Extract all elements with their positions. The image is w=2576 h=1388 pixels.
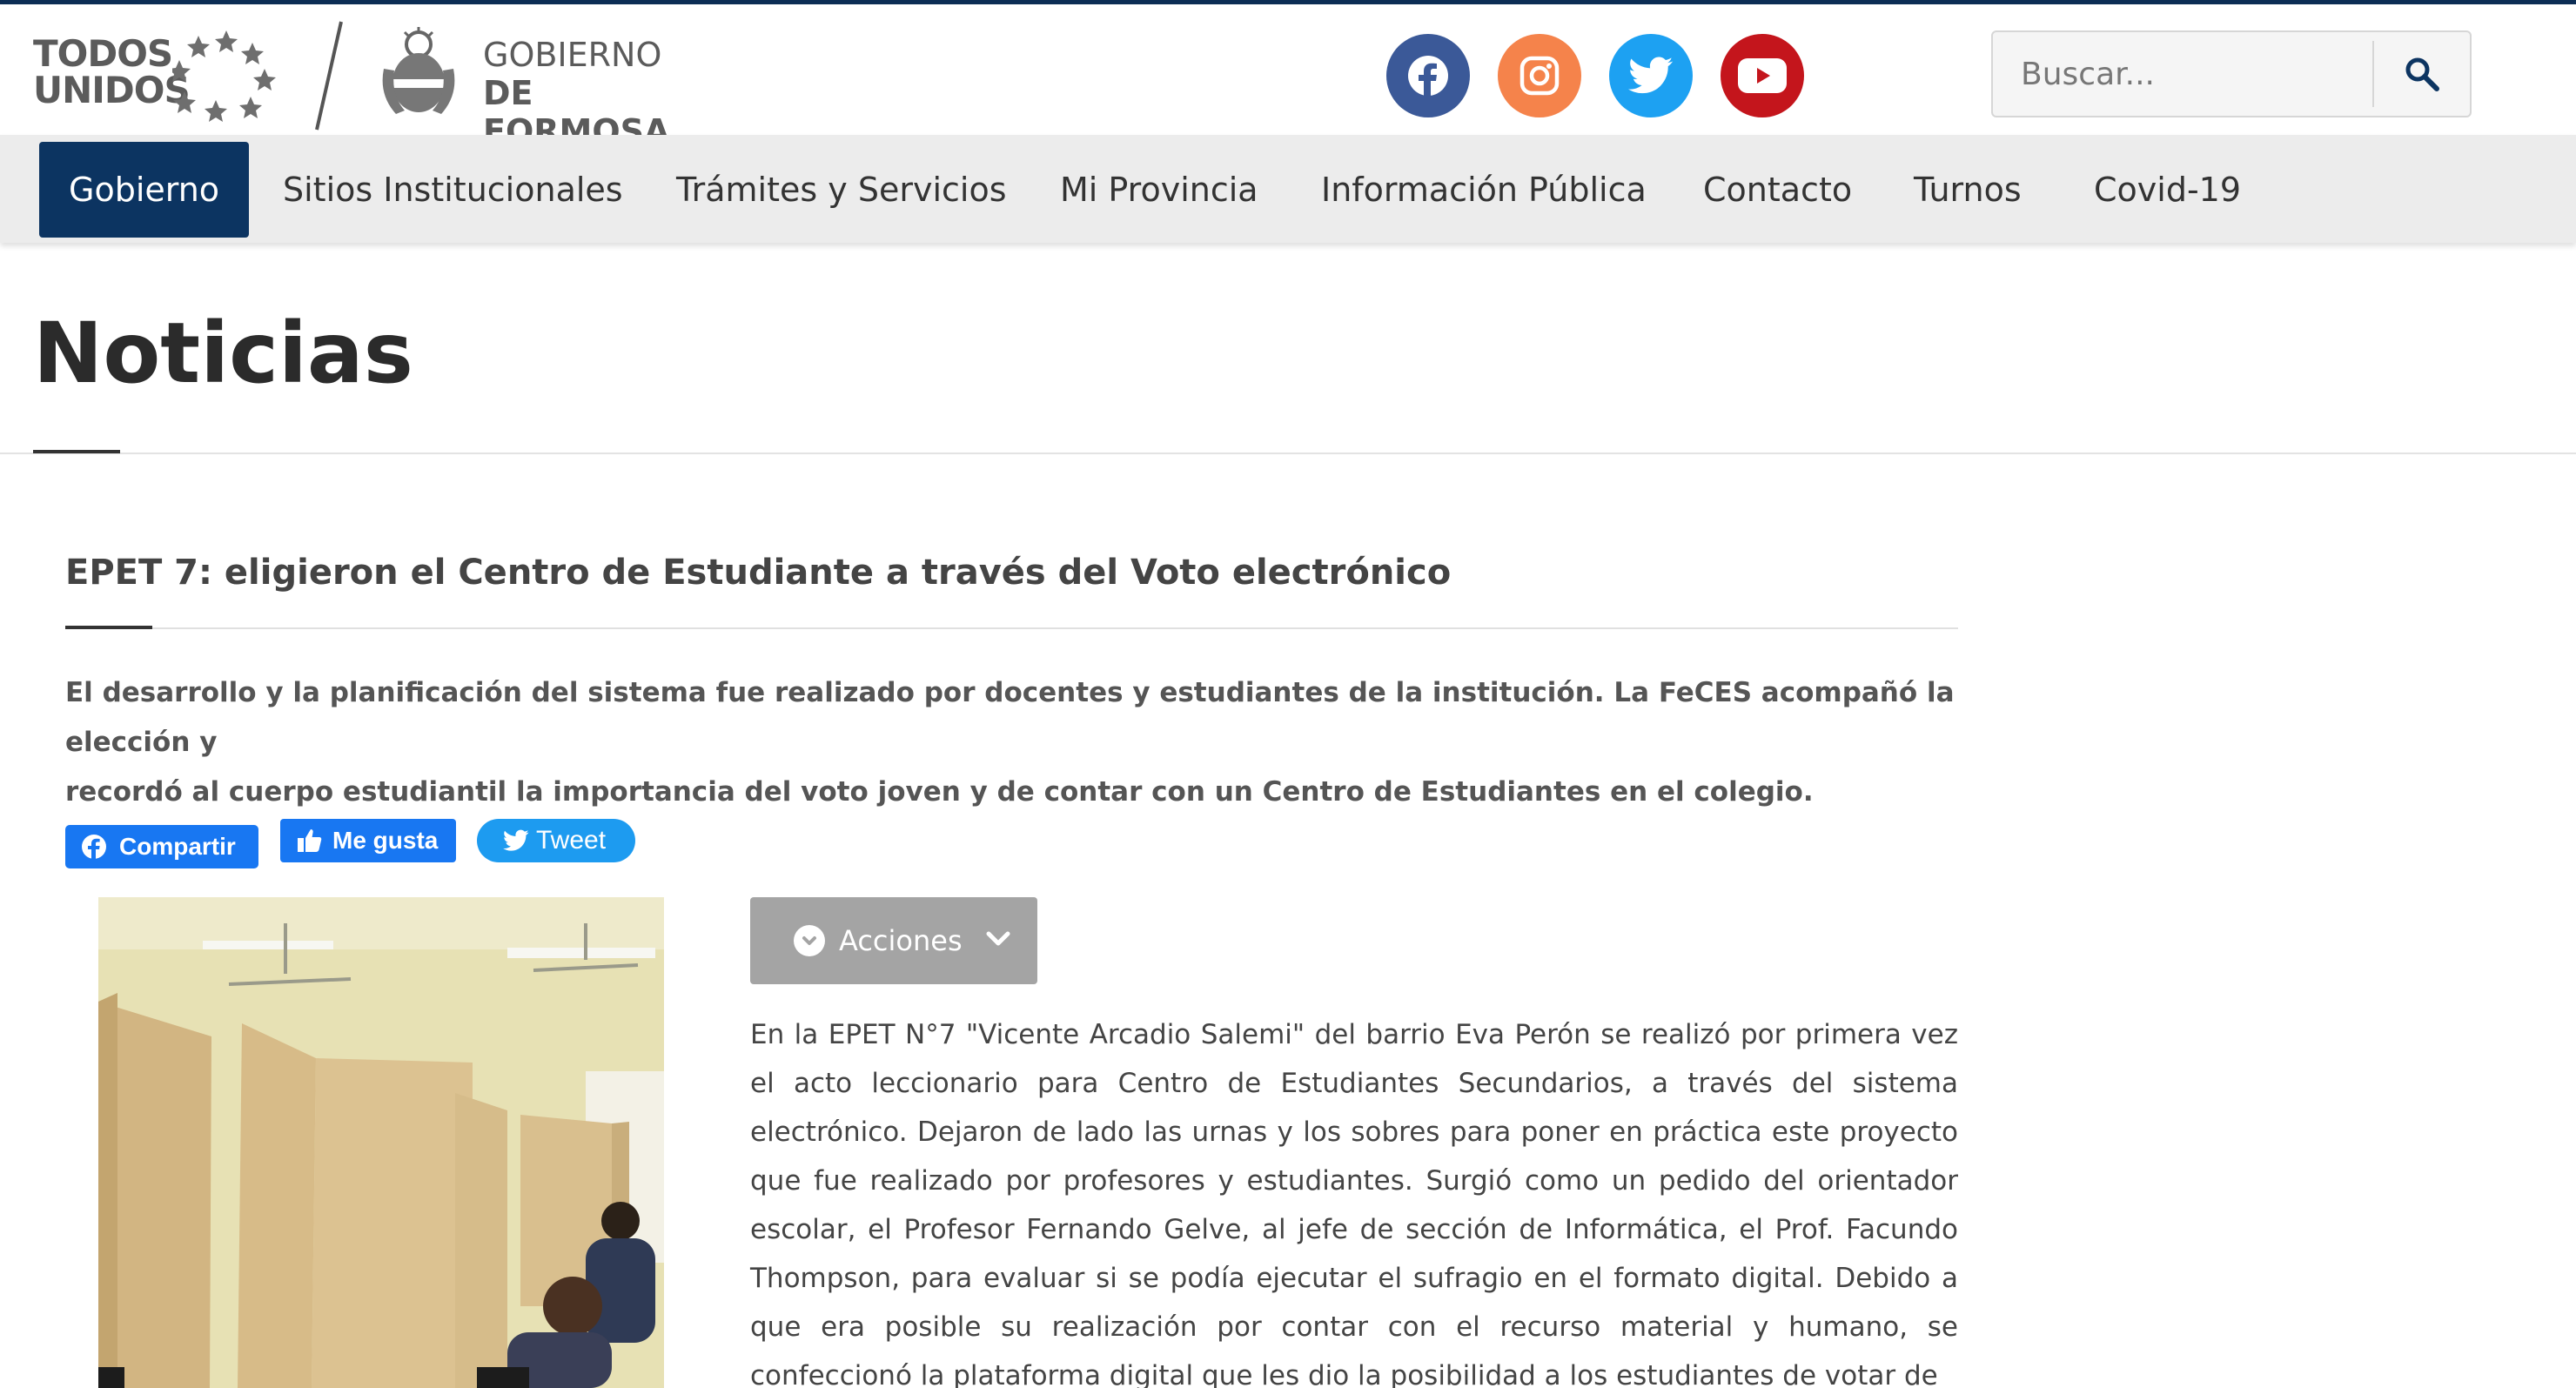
- nav-item-turnos[interactable]: Turnos: [1914, 142, 2022, 238]
- todos-unidos-logo[interactable]: TODOS UNIDOS: [33, 30, 277, 126]
- youtube-link[interactable]: [1721, 34, 1804, 117]
- twitter-icon: [503, 829, 529, 851]
- logo-gobierno-line1: GOBIERNO: [483, 36, 662, 74]
- article-title: EPET 7: eligieron el Centro de Estudiant…: [65, 553, 1452, 593]
- voting-booths-photo: [98, 897, 664, 1388]
- logo-todos-line1: TODOS: [33, 32, 173, 75]
- gobierno-formosa-logo[interactable]: GOBIERNO DE FORMOSA: [379, 25, 709, 151]
- facebook-icon: [82, 835, 106, 859]
- article-lead: El desarrollo y la planificación del sis…: [65, 668, 1980, 817]
- facebook-share-label: Compartir: [119, 833, 236, 860]
- acciones-label: Acciones: [839, 924, 963, 957]
- facebook-like-button[interactable]: Me gusta: [280, 819, 456, 862]
- article-body: En la EPET N°7 "Vicente Arcadio Salemi" …: [750, 1019, 1958, 1388]
- facebook-share-button[interactable]: Compartir: [65, 825, 258, 868]
- facebook-link[interactable]: [1386, 34, 1470, 117]
- search-box: [1991, 30, 2472, 117]
- search-icon: [2405, 57, 2439, 91]
- main-nav: Gobierno Sitios Institucionales Trámites…: [0, 135, 2576, 243]
- nav-item-informacion-publica[interactable]: Información Pública: [1321, 142, 1647, 238]
- facebook-like-label: Me gusta: [332, 827, 439, 854]
- chevron-down-icon: [986, 931, 1010, 946]
- nav-item-mi-provincia[interactable]: Mi Provincia: [1060, 142, 1258, 238]
- search-button[interactable]: [2374, 32, 2470, 116]
- nav-item-gobierno[interactable]: Gobierno: [39, 142, 250, 238]
- article-lead-line1: El desarrollo y la planificación del sis…: [65, 677, 1955, 758]
- twitter-link[interactable]: [1609, 34, 1693, 117]
- twitter-icon: [1628, 57, 1674, 94]
- article-lead-line2: recordó al cuerpo estudiantil la importa…: [65, 776, 1814, 808]
- youtube-icon: [1738, 58, 1787, 93]
- instagram-link[interactable]: [1498, 34, 1581, 117]
- facebook-icon: [1408, 56, 1448, 96]
- nav-item-covid-19[interactable]: Covid-19: [2094, 142, 2241, 238]
- search-input[interactable]: [1993, 32, 2372, 116]
- title-divider: [0, 453, 2576, 454]
- article-title-divider: [65, 627, 1958, 629]
- nav-item-contacto[interactable]: Contacto: [1703, 142, 1852, 238]
- stars-icon: [172, 30, 276, 122]
- page-title: Noticias: [33, 305, 413, 402]
- instagram-icon: [1519, 56, 1560, 96]
- logo-divider: [315, 21, 343, 131]
- thumbs-up-icon: [298, 829, 322, 852]
- nav-item-sitios-institucionales[interactable]: Sitios Institucionales: [283, 142, 623, 238]
- nav-item-tramites-servicios[interactable]: Trámites y Servicios: [676, 142, 1007, 238]
- coat-of-arms-icon: [382, 27, 455, 114]
- tweet-label: Tweet: [536, 826, 607, 855]
- acciones-dropdown[interactable]: Acciones: [750, 897, 1037, 984]
- title-underline: [33, 450, 120, 453]
- article-title-underline: [65, 626, 152, 629]
- logo-todos-line2: UNIDOS: [33, 69, 191, 111]
- tweet-button[interactable]: Tweet: [477, 819, 635, 862]
- check-circle-icon: [794, 925, 825, 956]
- article-photo[interactable]: [98, 897, 664, 1388]
- site-header: TODOS UNIDOS GOBIERNO DE FORMOSA Buscar.…: [0, 4, 2576, 151]
